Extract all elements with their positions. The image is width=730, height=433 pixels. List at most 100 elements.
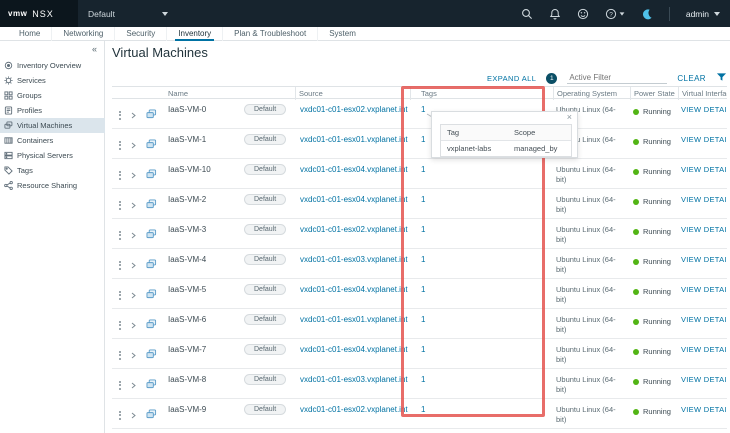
feedback-smiley-icon[interactable] [577,8,589,20]
vm-name[interactable]: IaaS-VM-3 [165,219,241,234]
help-icon[interactable]: ? [605,8,617,20]
tags-count-link[interactable]: 1 [421,405,425,414]
view-details-link[interactable]: VIEW DETAILS [681,225,727,234]
view-details-link[interactable]: VIEW DETAILS [681,375,727,384]
tab-networking[interactable]: Networking [52,27,115,41]
vm-name[interactable]: IaaS-VM-4 [165,249,241,264]
source-link[interactable]: vxdc01-c01-esx03.vxplanet.int [300,375,408,384]
source-link[interactable]: vxdc01-c01-esx01.vxplanet.int [300,315,408,324]
tags-count-link[interactable]: 1 [421,135,425,144]
tags-count-link[interactable]: 1 [421,105,425,114]
row-expand-chevron-icon[interactable] [130,376,137,394]
vm-name[interactable]: IaaS-VM-1 [165,129,241,144]
search-icon[interactable] [521,8,533,20]
sidebar-item[interactable]: Profiles [0,103,105,118]
source-link[interactable]: vxdc01-c01-esx02.vxplanet.int [300,105,408,114]
tab-plan-troubleshoot[interactable]: Plan & Troubleshoot [223,27,318,41]
tags-count-link[interactable]: 1 [421,195,425,204]
clear-filter-button[interactable]: CLEAR [677,74,706,83]
vm-name[interactable]: IaaS-VM-10 [165,159,241,174]
row-expand-chevron-icon[interactable] [130,196,137,214]
sidebar-item[interactable]: Services [0,73,105,88]
table-row: IaaS-VM-0 Default vxdc01-c01-esx02.vxpla… [112,99,727,129]
row-menu-kebab-icon[interactable] [119,201,121,210]
row-menu-kebab-icon[interactable] [119,321,121,330]
tags-count-link[interactable]: 1 [421,165,425,174]
view-details-link[interactable]: VIEW DETAILS [681,315,727,324]
tab-system[interactable]: System [318,27,367,41]
sidebar-item[interactable]: Groups [0,88,105,103]
row-expand-chevron-icon[interactable] [130,166,137,184]
context-switcher[interactable]: Default [88,9,168,19]
sidebar-item[interactable]: Tags [0,163,105,178]
row-expand-chevron-icon[interactable] [130,316,137,334]
vm-name[interactable]: IaaS-VM-2 [165,189,241,204]
row-menu-kebab-icon[interactable] [119,171,121,180]
source-link[interactable]: vxdc01-c01-esx03.vxplanet.int [300,255,408,264]
sidebar-item-label: Profiles [17,106,42,115]
row-expand-chevron-icon[interactable] [130,256,137,274]
view-details-link[interactable]: VIEW DETAILS [681,195,727,204]
tags-count-link[interactable]: 1 [421,255,425,264]
filter-funnel-icon[interactable] [716,69,727,87]
sidebar-item[interactable]: Containers [0,133,105,148]
row-menu-kebab-icon[interactable] [119,291,121,300]
tab-home[interactable]: Home [8,27,52,41]
row-menu-kebab-icon[interactable] [119,411,121,420]
row-expand-chevron-icon[interactable] [130,226,137,244]
virtual-machine-icon [146,166,157,184]
row-menu-kebab-icon[interactable] [119,381,121,390]
power-state-running-dot [633,199,639,205]
tags-count-link[interactable]: 1 [421,285,425,294]
vm-name[interactable]: IaaS-VM-8 [165,369,241,384]
sidebar-item[interactable]: Physical Servers [0,148,105,163]
vm-name[interactable]: IaaS-VM-6 [165,309,241,324]
source-link[interactable]: vxdc01-c01-esx02.vxplanet.int [300,225,408,234]
tags-count-link[interactable]: 1 [421,225,425,234]
view-details-link[interactable]: VIEW DETAILS [681,285,727,294]
source-link[interactable]: vxdc01-c01-esx04.vxplanet.int [300,195,408,204]
view-details-link[interactable]: VIEW DETAILS [681,345,727,354]
sidebar-item[interactable]: Resource Sharing [0,178,105,193]
sidebar-collapse-icon[interactable]: « [92,44,97,54]
source-link[interactable]: vxdc01-c01-esx04.vxplanet.int [300,285,408,294]
view-details-link[interactable]: VIEW DETAILS [681,405,727,414]
row-expand-chevron-icon[interactable] [130,346,137,364]
row-menu-kebab-icon[interactable] [119,261,121,270]
row-menu-kebab-icon[interactable] [119,351,121,360]
vm-name[interactable]: IaaS-VM-0 [165,99,241,114]
vm-name[interactable]: IaaS-VM-5 [165,279,241,294]
sidebar-item[interactable]: Inventory Overview [0,58,105,73]
view-details-link[interactable]: VIEW DETAILS [681,165,727,174]
tab-inventory[interactable]: Inventory [167,27,223,41]
tab-security[interactable]: Security [115,27,167,41]
source-link[interactable]: vxdc01-c01-esx02.vxplanet.int [300,405,408,414]
source-link[interactable]: vxdc01-c01-esx01.vxplanet.int [300,135,408,144]
row-menu-kebab-icon[interactable] [119,231,121,240]
vm-name[interactable]: IaaS-VM-7 [165,339,241,354]
active-filter-input[interactable] [567,72,667,84]
notifications-bell-icon[interactable] [549,8,561,20]
row-expand-chevron-icon[interactable] [130,136,137,154]
view-details-link[interactable]: VIEW DETAILS [681,255,727,264]
tags-count-link[interactable]: 1 [421,345,425,354]
dark-mode-moon-icon[interactable] [641,8,653,20]
vm-name[interactable]: IaaS-VM-9 [165,399,241,414]
tags-count-link[interactable]: 1 [421,375,425,384]
row-expand-chevron-icon[interactable] [130,286,137,304]
expand-all-button[interactable]: EXPAND ALL [487,74,536,83]
row-menu-kebab-icon[interactable] [119,111,121,120]
source-link[interactable]: vxdc01-c01-esx04.vxplanet.int [300,165,408,174]
sidebar-item[interactable]: Virtual Machines [0,118,105,133]
tags-count-link[interactable]: 1 [421,315,425,324]
row-expand-chevron-icon[interactable] [130,406,137,424]
row-menu-kebab-icon[interactable] [119,141,121,150]
user-menu[interactable]: admin [686,9,720,19]
view-details-link[interactable]: VIEW DETAILS [681,135,727,144]
row-expand-chevron-icon[interactable] [130,106,137,124]
view-details-link[interactable]: VIEW DETAILS [681,105,727,114]
tooltip-close-icon[interactable]: × [567,113,572,122]
topbar-divider [669,7,670,21]
source-link[interactable]: vxdc01-c01-esx04.vxplanet.int [300,345,408,354]
virtual-machine-icon [146,136,157,154]
